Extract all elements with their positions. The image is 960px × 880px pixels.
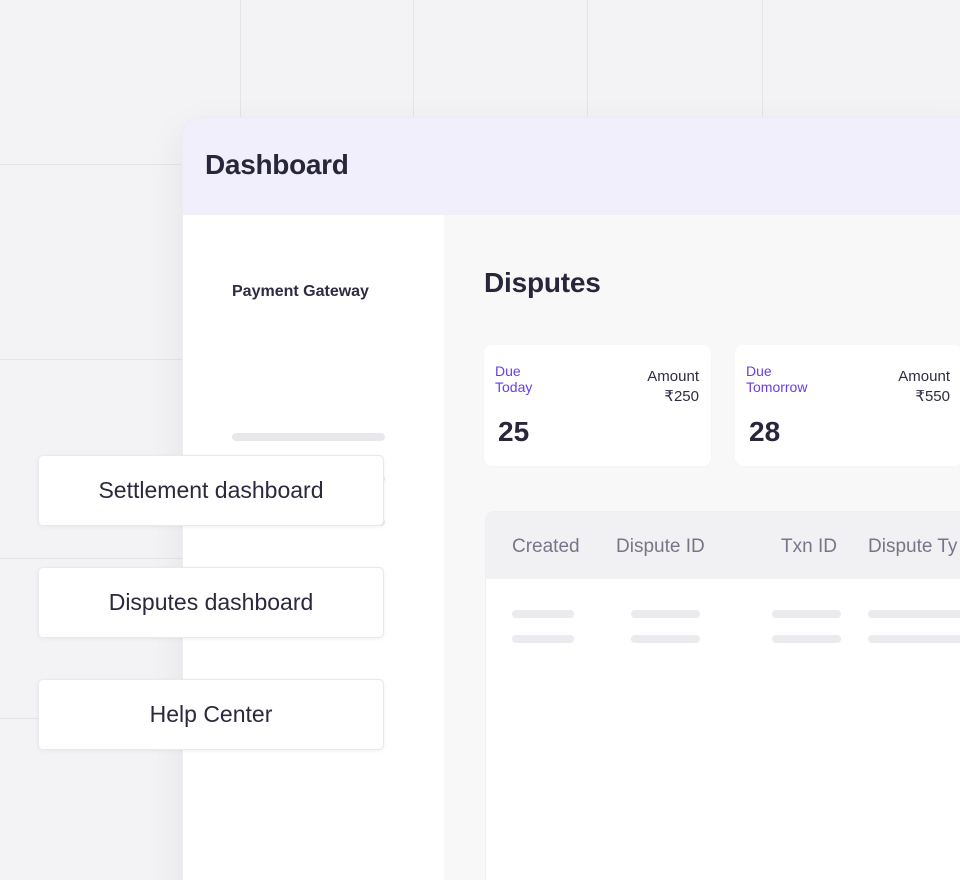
help-center-link[interactable]: Help Center bbox=[38, 679, 384, 750]
background-grid-line bbox=[0, 359, 184, 360]
table-loading-cell bbox=[512, 635, 574, 643]
due-tomorrow-label: Due Tomorrow bbox=[746, 363, 808, 395]
column-txn-id[interactable]: Txn ID bbox=[781, 536, 837, 558]
disputes-dashboard-label: Disputes dashboard bbox=[108, 589, 314, 615]
table-loading-cell bbox=[868, 635, 960, 643]
settlement-dashboard-label: Settlement dashboard bbox=[98, 477, 324, 503]
dashboard-title: Dashboard bbox=[205, 149, 349, 180]
table-loading-cell bbox=[631, 635, 700, 643]
disputes-main-panel: Disputes Due Today Amount ₹250 25 Due To… bbox=[444, 215, 960, 880]
table-loading-cell bbox=[868, 610, 960, 618]
table-loading-cell bbox=[772, 610, 841, 618]
column-created[interactable]: Created bbox=[512, 536, 580, 558]
column-dispute-id[interactable]: Dispute ID bbox=[616, 536, 705, 558]
dashboard-header: Dashboard bbox=[183, 118, 960, 215]
due-tomorrow-card: Due Tomorrow Amount ₹550 28 bbox=[735, 345, 960, 466]
table-loading-cell bbox=[512, 610, 574, 618]
due-today-count: 25 bbox=[498, 416, 530, 447]
disputes-table: Created Dispute ID Txn ID Dispute Ty bbox=[486, 512, 960, 880]
disputes-table-header: Created Dispute ID Txn ID Dispute Ty bbox=[486, 512, 960, 579]
marketing-ui-composition: Dashboard Payment Gateway Disputes Due T… bbox=[0, 0, 960, 880]
background-grid-line bbox=[0, 164, 184, 165]
column-dispute-type[interactable]: Dispute Ty bbox=[868, 536, 957, 558]
sidebar: Payment Gateway bbox=[183, 215, 444, 880]
amount-label: Amount bbox=[647, 368, 699, 385]
due-today-label: Due Today bbox=[495, 363, 533, 395]
background-grid-line bbox=[0, 558, 184, 559]
due-tomorrow-count: 28 bbox=[749, 416, 781, 447]
settlement-dashboard-link[interactable]: Settlement dashboard bbox=[38, 455, 384, 526]
due-tomorrow-amount: Amount ₹550 bbox=[898, 367, 950, 407]
amount-label: Amount bbox=[898, 368, 950, 385]
due-today-amount: Amount ₹250 bbox=[647, 367, 699, 407]
table-loading-cell bbox=[631, 610, 700, 618]
table-loading-cell bbox=[772, 635, 841, 643]
background-grid-line bbox=[413, 0, 414, 120]
due-today-card: Due Today Amount ₹250 25 bbox=[484, 345, 711, 466]
amount-value: ₹550 bbox=[915, 388, 950, 405]
amount-value: ₹250 bbox=[664, 388, 699, 405]
help-center-label: Help Center bbox=[149, 701, 273, 727]
background-grid-line bbox=[762, 0, 763, 120]
sidebar-loading-line bbox=[232, 433, 385, 441]
sidebar-heading: Payment Gateway bbox=[232, 283, 369, 300]
disputes-dashboard-link[interactable]: Disputes dashboard bbox=[38, 567, 384, 638]
background-grid-line bbox=[587, 0, 588, 120]
disputes-title: Disputes bbox=[484, 267, 601, 298]
background-grid-line bbox=[240, 0, 241, 120]
